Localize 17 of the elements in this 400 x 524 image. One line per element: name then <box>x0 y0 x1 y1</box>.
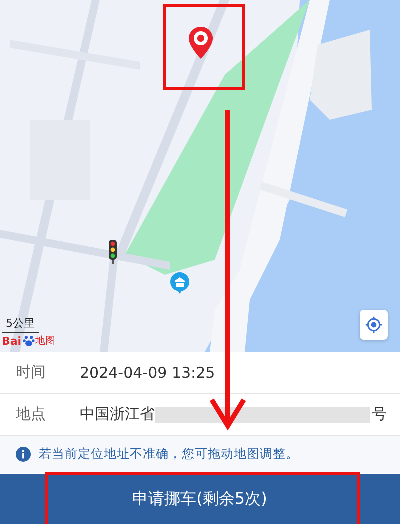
locate-icon <box>365 316 383 334</box>
building-marker-icon <box>170 272 190 294</box>
field-label: 地点 <box>16 405 47 424</box>
request-move-car-button[interactable]: 申请挪车(剩余5次) <box>0 474 400 524</box>
hint-text: 若当前定位地址不准确，您可拖动地图调整。 <box>39 446 299 463</box>
map-logo-text: Bai <box>2 334 22 348</box>
info-icon <box>16 447 31 462</box>
paw-icon <box>22 335 35 347</box>
location-pin-icon <box>188 26 214 60</box>
field-label: 时间 <box>16 363 47 382</box>
map-scale: 5公里 <box>6 316 35 331</box>
field-value: 2024-04-09 13:25 <box>80 364 216 382</box>
field-value: 中国浙江省 <box>80 405 155 424</box>
field-value: 号 <box>372 405 387 424</box>
traffic-light-icon <box>108 240 118 264</box>
locate-button[interactable] <box>360 310 388 340</box>
map-logo-text: 地图 <box>36 334 56 348</box>
